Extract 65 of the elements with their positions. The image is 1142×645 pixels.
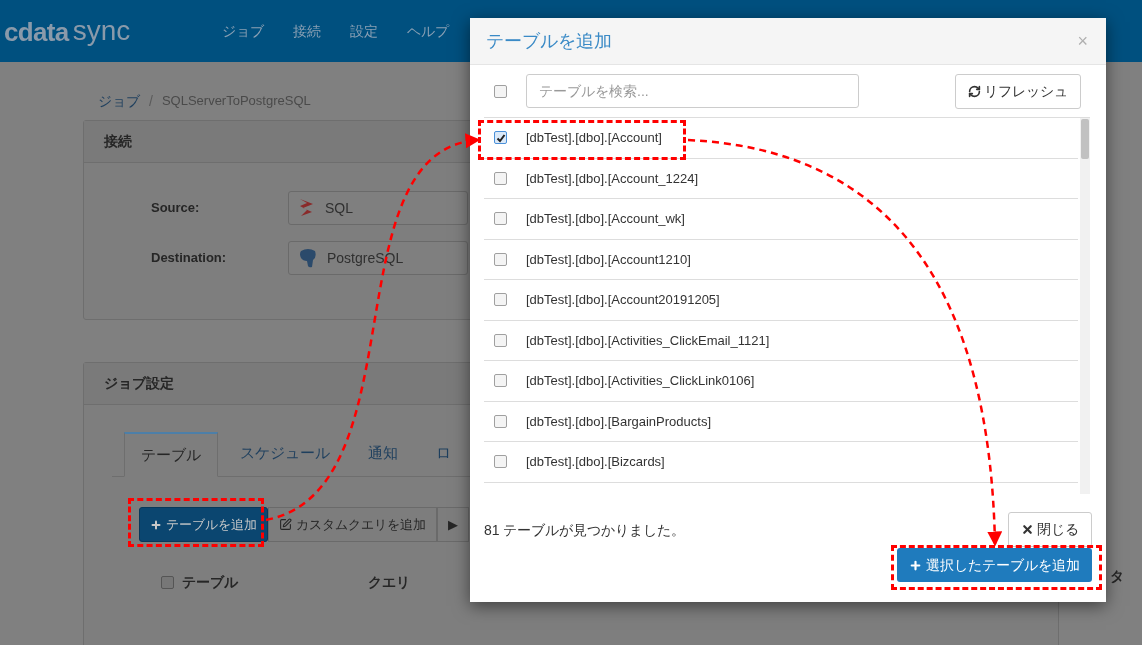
checkbox[interactable]: [494, 414, 507, 428]
column-header: クエリ: [368, 573, 410, 592]
table-row[interactable]: [dbTest].[dbo].[Account20191205]: [484, 280, 1078, 321]
table-name: [dbTest].[dbo].[Account_1224]: [526, 169, 698, 188]
plus-icon: [909, 558, 922, 572]
close-icon: [1021, 523, 1034, 536]
checkbox[interactable]: [494, 212, 507, 226]
table-name: [dbTest].[dbo].[Account1210]: [526, 250, 691, 269]
toolbar-button[interactable]: カスタムクエリを追加: [268, 507, 437, 542]
plus-icon: [150, 518, 162, 531]
table-name: [dbTest].[dbo].[Account20191205]: [526, 291, 720, 309]
tab[interactable]: スケジュール: [224, 431, 346, 476]
column-header: テーブル: [182, 573, 239, 592]
field-label: Source:: [151, 199, 201, 218]
checkbox[interactable]: [494, 333, 507, 347]
table-row[interactable]: [dbTest].[dbo].[Account_wk]: [484, 199, 1078, 240]
scrollbar[interactable]: [1080, 118, 1090, 494]
connection-select[interactable]: SQL: [288, 191, 468, 225]
close-button[interactable]: ×: [1077, 27, 1088, 55]
edit-icon: [279, 518, 292, 531]
table-name: [dbTest].[dbo].[Bizcards]: [526, 453, 665, 471]
checkbox[interactable]: [161, 576, 174, 589]
refresh-icon: [968, 84, 981, 98]
checkbox[interactable]: [494, 252, 507, 266]
table-row[interactable]: [dbTest].[dbo].[Account1210]: [484, 239, 1078, 280]
tab[interactable]: ロ: [420, 431, 467, 476]
table-name: [dbTest].[dbo].[Activities_ClickLink0106]: [526, 372, 755, 390]
close-dialog-button[interactable]: 閉じる: [1008, 512, 1092, 547]
table-name: [dbTest].[dbo].[Account]: [526, 129, 662, 147]
search-field[interactable]: テーブルを検索...: [526, 74, 859, 108]
checkbox[interactable]: [494, 374, 507, 388]
column-header: タ: [1110, 567, 1124, 586]
result-count: 81 テーブルが見つかりました。: [484, 521, 686, 540]
checkbox[interactable]: [494, 455, 507, 469]
field-label: Destination:: [151, 249, 228, 268]
connection-select[interactable]: PostgreSQL: [288, 241, 468, 275]
tab[interactable]: 通知: [352, 431, 414, 476]
nav-link[interactable]: ジョブ: [222, 20, 264, 42]
nav-link[interactable]: 設定: [350, 20, 378, 42]
checkbox[interactable]: [494, 293, 507, 307]
checkbox[interactable]: [494, 171, 507, 185]
table-name: [dbTest].[dbo].[Activities_ClickEmail_1121]: [526, 331, 770, 350]
breadcrumb-link[interactable]: ジョブ: [98, 91, 140, 120]
refresh-button[interactable]: リフレッシュ: [955, 73, 1081, 109]
table-row[interactable]: [dbTest].[dbo].[Account_1224]: [484, 158, 1078, 199]
toolbar-button[interactable]: ▶: [437, 507, 469, 542]
checkbox[interactable]: [494, 131, 507, 145]
table-row[interactable]: [dbTest].[dbo].[Activities_ClickEmail_1121]: [484, 320, 1078, 361]
table-name: [dbTest].[dbo].[BargainProducts]: [526, 412, 711, 431]
add-selected-button[interactable]: 選択したテーブルを追加: [897, 548, 1092, 582]
table-row[interactable]: [dbTest].[dbo].[Account]: [484, 118, 1078, 159]
nav-link[interactable]: 接続: [293, 20, 321, 42]
dialog-title: テーブルを追加: [486, 29, 612, 53]
table-row[interactable]: [dbTest].[dbo].[Bizcards]: [484, 442, 1078, 483]
nav-link[interactable]: ヘルプ: [407, 20, 449, 42]
checkbox[interactable]: [494, 84, 507, 98]
panel-title: 接続: [104, 132, 132, 151]
table-row[interactable]: [dbTest].[dbo].[BargainProducts]: [484, 401, 1078, 442]
breadcrumb-separator: /: [149, 92, 153, 111]
toolbar-button[interactable]: テーブルを追加: [139, 507, 268, 542]
table-name: [dbTest].[dbo].[Account_wk]: [526, 210, 685, 228]
logo: cdatasync: [3, 14, 132, 49]
tab[interactable]: テーブル: [124, 432, 218, 477]
table-row[interactable]: [dbTest].[dbo].[Activities_ClickLink0106]: [484, 361, 1078, 402]
panel-title: ジョブ設定: [104, 374, 174, 393]
